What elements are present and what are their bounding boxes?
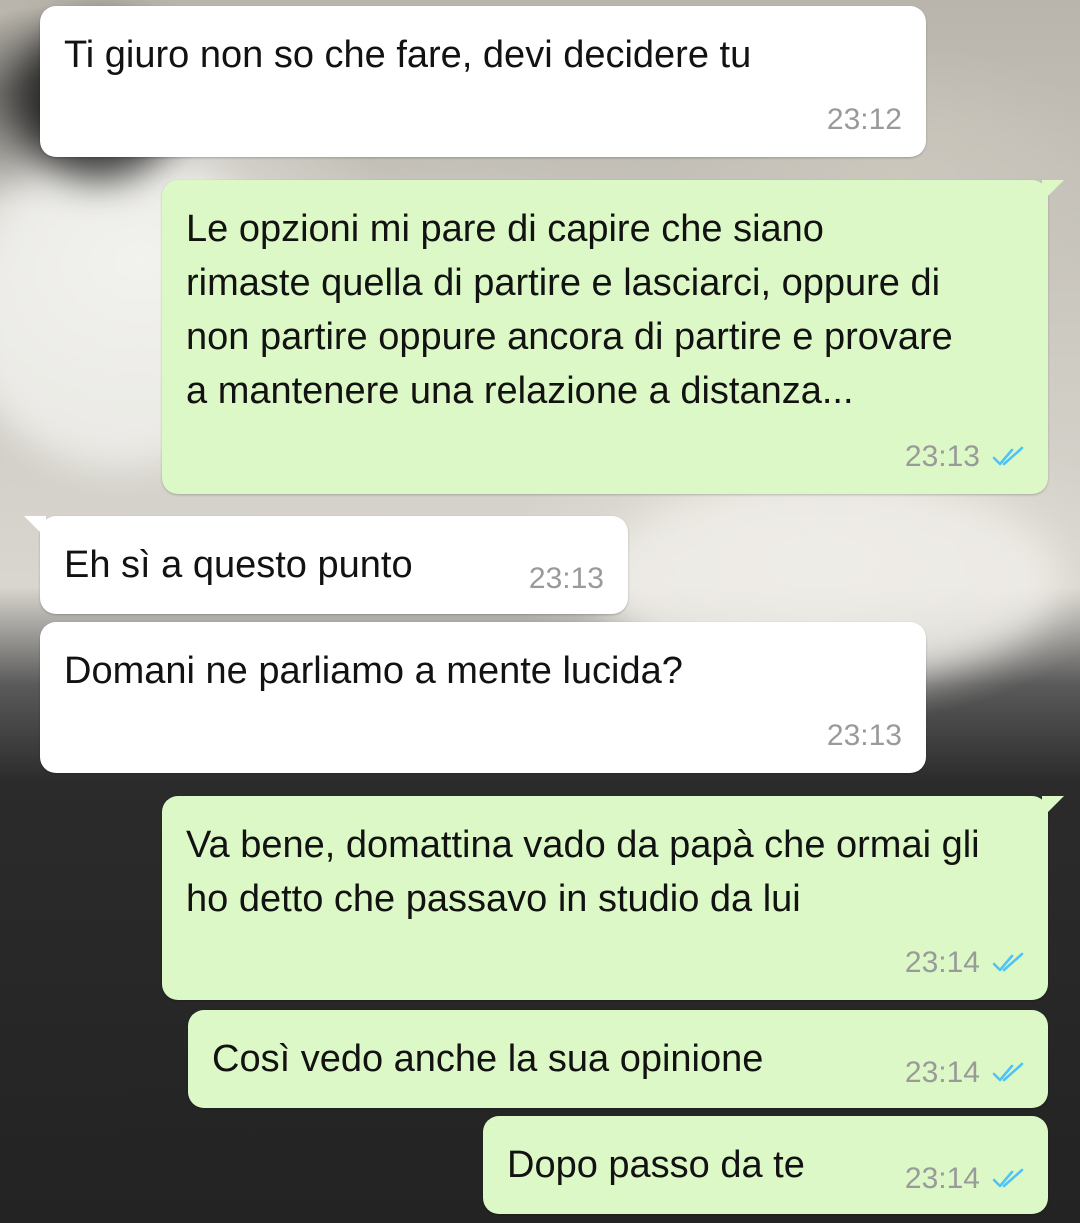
- message-time: 23:13: [904, 440, 980, 473]
- message-bubble-outgoing[interactable]: Dopo passo da te 23:14: [483, 1116, 1048, 1214]
- message-bubble-outgoing[interactable]: Le opzioni mi pare di capire che siano r…: [162, 180, 1064, 494]
- message-bubble-outgoing[interactable]: Così vedo anche la sua opinione 23:14: [188, 1010, 1048, 1108]
- message-bubble-incoming[interactable]: Ti giuro non so che fare, devi decidere …: [40, 6, 926, 157]
- message-bubble-incoming[interactable]: Eh sì a questo punto 23:13: [24, 516, 628, 614]
- message-meta: 23:13: [905, 440, 1024, 474]
- message-text: Ti giuro non so che fare, devi decidere …: [64, 34, 752, 76]
- message-text: Le opzioni mi pare di capire che siano r…: [186, 208, 964, 412]
- double-check-icon: [992, 1168, 1024, 1188]
- double-check-icon: [992, 446, 1024, 466]
- message-meta: 23:14: [905, 946, 1024, 980]
- message-time: 23:13: [528, 562, 604, 595]
- message-time: 23:13: [826, 719, 902, 752]
- message-time: 23:12: [826, 103, 902, 136]
- message-bubble-outgoing[interactable]: Va bene, domattina vado da papà che orma…: [162, 796, 1064, 1000]
- message-text: Eh sì a questo punto: [64, 544, 413, 586]
- message-text: Domani ne parliamo a mente lucida?: [64, 650, 683, 692]
- message-meta: 23:14: [905, 1162, 1024, 1196]
- message-meta: 23:12: [827, 103, 902, 137]
- message-time: 23:14: [904, 1162, 980, 1195]
- bubble-tail: [24, 516, 46, 538]
- message-time: 23:14: [904, 1056, 980, 1089]
- message-meta: 23:13: [827, 719, 902, 753]
- double-check-icon: [992, 1062, 1024, 1082]
- message-meta: 23:14: [905, 1056, 1024, 1090]
- message-time: 23:14: [904, 946, 980, 979]
- message-bubble-incoming[interactable]: Domani ne parliamo a mente lucida? 23:13: [40, 622, 926, 773]
- message-text: Va bene, domattina vado da papà che orma…: [186, 824, 991, 920]
- double-check-icon: [992, 952, 1024, 972]
- message-text: Così vedo anche la sua opinione: [212, 1038, 764, 1080]
- message-meta: 23:13: [529, 562, 604, 596]
- bubble-tail: [1042, 180, 1064, 202]
- bubble-tail: [1042, 796, 1064, 818]
